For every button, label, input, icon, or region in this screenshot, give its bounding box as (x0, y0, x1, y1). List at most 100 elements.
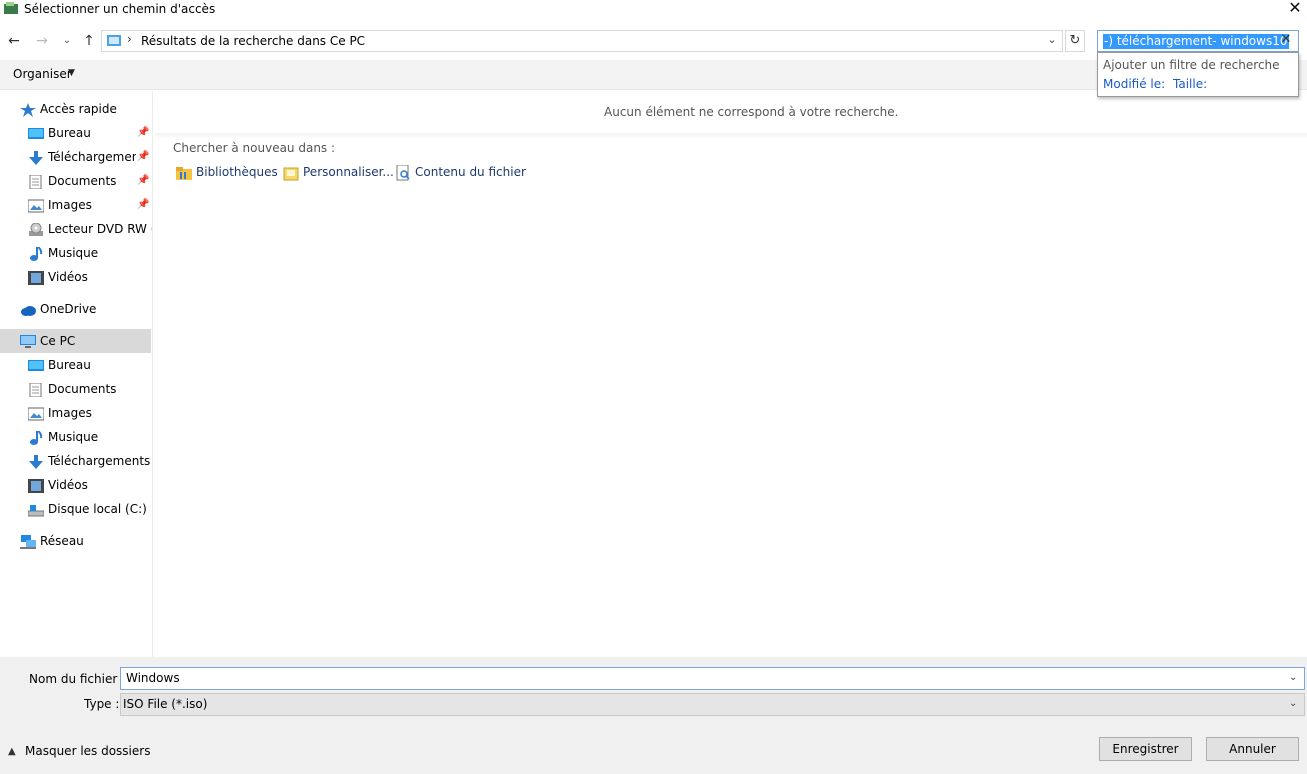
sidebar-item-bureau[interactable]: Bureau 📌 (28, 123, 152, 145)
sidebar-item-pc-documents[interactable]: Documents (28, 379, 152, 401)
filter-size-link[interactable]: Taille: (1173, 77, 1207, 91)
folder-icon (283, 167, 299, 181)
sidebar-item-label: Documents (48, 174, 117, 188)
sidebar-item-label: OneDrive (40, 302, 97, 316)
title-bar: Sélectionner un chemin d'accès ✕ (0, 0, 1307, 22)
sidebar-item-documents[interactable]: Documents 📌 (28, 171, 152, 193)
dvd-icon (29, 223, 43, 236)
desktop-icon (28, 360, 44, 371)
video-icon (28, 479, 44, 493)
video-icon (28, 271, 44, 285)
search-query[interactable]: -) téléchargement- windows10 (1103, 34, 1289, 49)
organise-button[interactable]: Organiser (13, 67, 72, 81)
navigation-pane: Accès rapide Bureau 📌 Téléchargements 📌 … (0, 91, 153, 657)
pin-icon: 📌 (137, 127, 150, 138)
document-icon (29, 383, 42, 397)
sidebar-item-pc-telechargements[interactable]: Téléchargements (28, 451, 152, 473)
sidebar-item-label: Vidéos (48, 478, 88, 492)
app-icon (4, 2, 18, 14)
no-results-message: Aucun élément ne correspond à votre rech… (604, 105, 899, 119)
filter-modified-link[interactable]: Modifié le: (1103, 77, 1165, 91)
sidebar-item-label: Documents (48, 382, 117, 396)
search-again-label: Bibliothèques (196, 165, 278, 179)
search-again-heading: Chercher à nouveau dans : (173, 141, 336, 155)
pin-icon: 📌 (137, 151, 150, 162)
document-icon (29, 175, 42, 189)
search-again-customize[interactable]: Personnaliser... (283, 163, 394, 183)
download-icon (29, 455, 43, 469)
library-folder-icon (176, 167, 192, 180)
sidebar-item-pc-musique[interactable]: Musique (28, 427, 152, 449)
sidebar-item-label: Réseau (40, 534, 84, 548)
file-search-icon (396, 165, 410, 181)
breadcrumb-chevron-icon[interactable]: › (127, 32, 132, 46)
sidebar-item-telechargements[interactable]: Téléchargements 📌 (28, 147, 152, 169)
save-button[interactable]: Enregistrer (1099, 737, 1192, 761)
sidebar-item-videos[interactable]: Vidéos (28, 267, 152, 289)
type-label: Type : (84, 697, 120, 711)
chevron-up-icon[interactable]: ▲ (8, 746, 16, 757)
search-input[interactable]: -) téléchargement- windows10 ✕ (1097, 30, 1299, 52)
filename-value[interactable]: Windows (126, 671, 180, 685)
download-icon (29, 151, 43, 165)
sidebar-item-quick-access[interactable]: Accès rapide (20, 99, 150, 121)
sidebar-item-onedrive[interactable]: OneDrive (20, 299, 150, 321)
sidebar-item-musique[interactable]: Musique (28, 243, 152, 265)
sidebar-item-label: Téléchargements (48, 150, 136, 164)
network-icon (20, 535, 36, 549)
sidebar-item-label: Accès rapide (40, 102, 117, 116)
image-icon (28, 199, 44, 213)
file-type-select[interactable]: ISO File (*.iso) ⌄ (120, 693, 1305, 716)
image-icon (28, 407, 44, 421)
sidebar-item-label: Musique (48, 430, 99, 444)
sidebar-item-label: Vidéos (48, 270, 88, 284)
search-again-libraries[interactable]: Bibliothèques (176, 163, 278, 183)
computer-icon (20, 335, 36, 348)
filename-input[interactable]: Windows ⌄ (120, 667, 1305, 690)
address-dropdown-icon[interactable]: ⌄ (1044, 33, 1060, 46)
chevron-down-icon[interactable]: ⌄ (1289, 698, 1297, 709)
sidebar-item-pc-images[interactable]: Images (28, 403, 152, 425)
search-again-label: Personnaliser... (303, 165, 394, 179)
sidebar-item-dvd[interactable]: Lecteur DVD RW (D: (28, 219, 152, 241)
search-filter-popup: Ajouter un filtre de recherche Modifié l… (1097, 52, 1299, 97)
desktop-icon (28, 128, 44, 139)
sidebar-item-label: Disque local (C:) (48, 502, 147, 516)
sidebar-item-label: Lecteur DVD RW (D: (48, 222, 152, 236)
sidebar-item-label: Images (48, 198, 92, 212)
refresh-button[interactable]: ↻ (1065, 30, 1085, 52)
search-again-file-contents[interactable]: Contenu du fichier (395, 163, 526, 183)
sidebar-item-pc-videos[interactable]: Vidéos (28, 475, 152, 497)
sidebar-item-pc-disque[interactable]: Disque local (C:) (28, 499, 152, 521)
back-button[interactable]: ← (4, 32, 24, 50)
chevron-down-icon[interactable]: ⌄ (1289, 672, 1297, 683)
dialog-footer: Nom du fichier : Windows ⌄ Type : ISO Fi… (0, 657, 1307, 774)
search-results-icon (107, 35, 121, 46)
chevron-down-icon[interactable]: ▼ (68, 68, 75, 78)
sidebar-item-label: Images (48, 406, 92, 420)
hide-folders-button[interactable]: Masquer les dossiers (25, 744, 150, 758)
pin-icon: 📌 (137, 175, 150, 186)
breadcrumb[interactable]: Résultats de la recherche dans Ce PC (141, 34, 365, 48)
hard-drive-icon (28, 505, 44, 517)
up-button[interactable]: ↑ (79, 32, 99, 50)
sidebar-item-pc-bureau[interactable]: Bureau (28, 355, 152, 377)
recent-locations-chevron-icon[interactable]: ⌄ (60, 32, 74, 50)
sidebar-item-reseau[interactable]: Réseau (20, 531, 150, 553)
sidebar-item-label: Bureau (48, 126, 91, 140)
forward-button[interactable]: → (32, 32, 52, 50)
music-icon (30, 247, 43, 261)
cancel-button[interactable]: Annuler (1206, 737, 1299, 761)
sidebar-item-images[interactable]: Images 📌 (28, 195, 152, 217)
search-again-label: Contenu du fichier (415, 165, 526, 179)
close-icon[interactable]: ✕ (1284, 0, 1306, 18)
clear-search-icon[interactable]: ✕ (1278, 32, 1294, 47)
sidebar-item-ce-pc[interactable]: Ce PC (20, 331, 150, 353)
address-bar[interactable]: › Résultats de la recherche dans Ce PC ⌄ (101, 30, 1063, 52)
sidebar-item-label: Bureau (48, 358, 91, 372)
file-type-value[interactable]: ISO File (*.iso) (123, 697, 207, 711)
sidebar-item-label: Ce PC (40, 334, 76, 348)
star-icon (20, 103, 36, 117)
cloud-icon (21, 306, 36, 316)
filter-title: Ajouter un filtre de recherche (1103, 58, 1280, 72)
